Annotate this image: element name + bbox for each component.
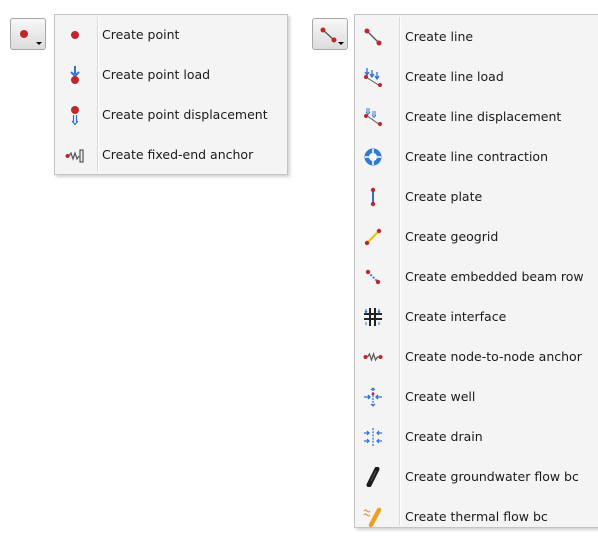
groundwater-flow-bc-icon bbox=[366, 467, 380, 487]
chevron-down-icon bbox=[36, 42, 42, 45]
line-contraction-icon bbox=[364, 148, 382, 166]
menu-item-create-line-displacement[interactable]: Create line displacement bbox=[355, 97, 598, 137]
menu-item-label: Create point bbox=[102, 27, 180, 42]
point-tool-menu: Create point Create point load Create po… bbox=[54, 14, 288, 175]
menu-item-label: Create embedded beam row bbox=[405, 269, 584, 284]
menu-item-label: Create point load bbox=[102, 67, 211, 82]
red-point-icon bbox=[20, 30, 28, 38]
line-load-icon bbox=[364, 68, 382, 87]
menu-item-create-plate[interactable]: Create plate bbox=[355, 177, 598, 217]
menu-item-create-well[interactable]: Create well bbox=[355, 377, 598, 417]
menu-item-create-point[interactable]: Create point bbox=[55, 15, 287, 55]
plate-icon bbox=[370, 187, 376, 207]
menu-item-label: Create line bbox=[405, 29, 474, 44]
menu-item-label: Create line contraction bbox=[405, 149, 548, 164]
menu-item-create-node-to-node-anchor[interactable]: Create node-to-node anchor bbox=[355, 337, 598, 377]
line-tool-button[interactable] bbox=[312, 18, 348, 50]
point-load-icon bbox=[70, 66, 80, 84]
menu-item-create-line-contraction[interactable]: Create line contraction bbox=[355, 137, 598, 177]
thermal-flow-bc-icon bbox=[363, 507, 382, 527]
embedded-beam-row-icon bbox=[365, 269, 381, 285]
menu-item-create-drain[interactable]: Create drain bbox=[355, 417, 598, 457]
point-displacement-icon bbox=[71, 106, 79, 125]
point-tool-button[interactable] bbox=[10, 18, 46, 50]
line-displacement-icon bbox=[364, 108, 382, 126]
fixed-end-anchor-icon bbox=[65, 149, 84, 163]
menu-item-label: Create interface bbox=[405, 309, 507, 324]
menu-item-create-interface[interactable]: Create interface bbox=[355, 297, 598, 337]
line-icon bbox=[364, 28, 382, 46]
menu-item-create-point-displacement[interactable]: Create point displacement bbox=[55, 95, 287, 135]
geogrid-icon bbox=[364, 228, 382, 246]
menu-item-label: Create node-to-node anchor bbox=[405, 349, 582, 364]
menu-item-create-groundwater-flow-bc[interactable]: Create groundwater flow bc bbox=[355, 457, 598, 497]
menu-item-create-point-load[interactable]: Create point load bbox=[55, 55, 287, 95]
menu-item-label: Create geogrid bbox=[405, 229, 499, 244]
menu-item-label: Create fixed-end anchor bbox=[102, 147, 254, 162]
menu-item-label: Create line load bbox=[405, 69, 504, 84]
menu-item-label: Create groundwater flow bc bbox=[405, 469, 579, 484]
node-to-node-anchor-icon bbox=[363, 352, 383, 362]
menu-item-create-line[interactable]: Create line bbox=[355, 17, 598, 57]
menu-item-create-fixed-end-anchor[interactable]: Create fixed-end anchor bbox=[55, 135, 287, 175]
line-tool-menu: Create line Create line load Create line… bbox=[354, 14, 598, 528]
menu-item-label: Create drain bbox=[405, 429, 483, 444]
menu-item-label: Create thermal flow bc bbox=[405, 509, 548, 524]
menu-item-create-thermal-flow-bc[interactable]: Create thermal flow bc bbox=[355, 497, 598, 537]
menu-item-create-geogrid[interactable]: Create geogrid bbox=[355, 217, 598, 257]
line-icon bbox=[320, 27, 337, 43]
well-icon bbox=[364, 387, 382, 407]
point-icon bbox=[71, 31, 79, 39]
interface-icon bbox=[364, 308, 382, 326]
menu-item-create-line-load[interactable]: Create line load bbox=[355, 57, 598, 97]
menu-item-create-embedded-beam-row[interactable]: Create embedded beam row bbox=[355, 257, 598, 297]
chevron-down-icon bbox=[338, 42, 344, 45]
menu-item-label: Create line displacement bbox=[405, 109, 562, 124]
menu-item-label: Create point displacement bbox=[102, 107, 268, 122]
menu-item-label: Create well bbox=[405, 389, 476, 404]
drain-icon bbox=[364, 428, 382, 446]
menu-item-label: Create plate bbox=[405, 189, 483, 204]
